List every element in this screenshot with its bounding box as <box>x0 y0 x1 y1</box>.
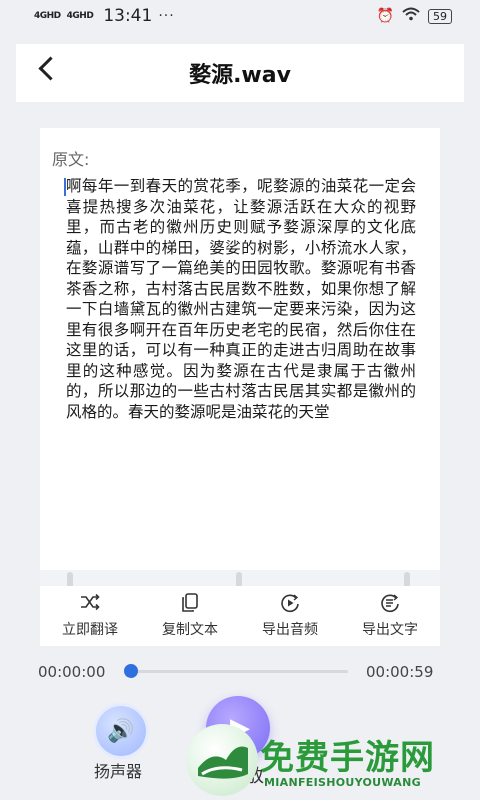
signal-icon-2: 4GHD <box>66 10 94 21</box>
export-audio-icon <box>280 593 300 613</box>
original-text-label: 原文: <box>52 150 90 169</box>
copy-text-label: 复制文本 <box>162 622 218 638</box>
copy-text-button[interactable]: 复制文本 <box>145 593 235 639</box>
battery-icon: 59 <box>428 8 452 24</box>
translate-button[interactable]: 立即翻译 <box>45 593 135 639</box>
more-dots-icon: ··· <box>158 8 175 24</box>
transcript-card: 原文: 啊每年一到春天的赏花季，呢婺源的油菜花一定会喜提热搜多次油菜花，让婺源活… <box>40 128 440 578</box>
status-time: 13:41 <box>103 6 153 26</box>
watermark: 免费手游网 MIANFEISHOUYOUWANG <box>186 724 476 796</box>
back-arrow-icon[interactable] <box>38 56 63 81</box>
watermark-subtitle: MIANFEISHOUYOUWANG <box>264 776 421 789</box>
action-toolbar: 立即翻译 复制文本 导出音频 导出文字 <box>40 586 440 646</box>
export-audio-label: 导出音频 <box>262 622 318 638</box>
export-text-icon <box>380 593 400 613</box>
status-right: ⏰ 59 <box>377 7 452 25</box>
export-audio-button[interactable]: 导出音频 <box>245 593 335 639</box>
speaker-label: 扬声器 <box>94 762 143 781</box>
current-time: 00:00:00 <box>38 663 106 681</box>
status-bar: 4GHD 4GHD 13:41 ··· ⏰ 59 <box>0 0 480 32</box>
speaker-icon: 🔊 <box>107 718 135 744</box>
total-time: 00:00:59 <box>366 663 434 681</box>
signal-icon-1: 4GHD <box>34 10 61 21</box>
watermark-logo <box>186 724 258 796</box>
wifi-icon <box>402 7 420 25</box>
progress-knob[interactable] <box>124 664 138 678</box>
header-bar: 婺源.wav <box>16 44 464 102</box>
export-text-button[interactable]: 导出文字 <box>345 593 435 639</box>
alarm-icon: ⏰ <box>376 8 394 24</box>
export-text-label: 导出文字 <box>362 622 418 638</box>
status-left: 4GHD 4GHD 13:41 ··· <box>34 6 175 26</box>
handle-strip <box>40 570 440 588</box>
speaker-button[interactable]: 🔊 <box>96 706 146 756</box>
shuffle-icon <box>79 593 101 613</box>
page-title: 婺源.wav <box>189 63 291 88</box>
copy-icon <box>181 593 199 613</box>
transcript-text[interactable]: 啊每年一到春天的赏花季，呢婺源的油菜花一定会喜提热搜多次油菜花，让婺源活跃在大众… <box>66 176 416 422</box>
translate-label: 立即翻译 <box>62 622 118 638</box>
watermark-title: 免费手游网 <box>260 738 435 778</box>
progress-track[interactable] <box>130 670 348 673</box>
